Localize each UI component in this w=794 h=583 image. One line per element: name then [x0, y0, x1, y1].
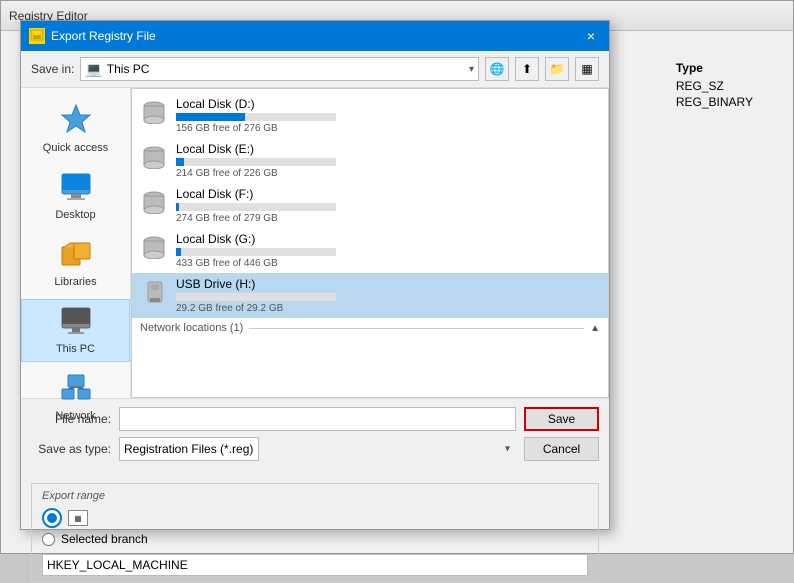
save-as-type-row: Save as type: Registration Files (*.reg)…	[31, 437, 599, 461]
disk-f-info: Local Disk (F:) 274 GB free of 279 GB	[176, 187, 600, 224]
disk-g-bar-bg	[176, 248, 336, 256]
sidebar-item-quick-access[interactable]: Quick access	[21, 96, 130, 161]
disk-d-free: 156 GB free of 276 GB	[176, 123, 600, 134]
disk-g-icon	[140, 235, 168, 266]
desktop-label: Desktop	[55, 209, 95, 221]
this-pc-label: This PC	[56, 343, 95, 355]
disk-f-icon	[140, 190, 168, 221]
main-area: Quick access Desktop	[21, 88, 609, 398]
disk-f-name: Local Disk (F:)	[176, 187, 600, 201]
export-range-section: Export range ▦ Selected branch	[31, 483, 599, 583]
branch-input[interactable]	[42, 554, 588, 576]
disk-e-bar-bg	[176, 158, 336, 166]
sidebar-item-this-pc[interactable]: This PC	[21, 299, 130, 362]
disk-h-info: USB Drive (H:) 29.2 GB free of 29.2 GB	[176, 277, 600, 314]
type-value-2: REG_BINARY	[676, 95, 753, 109]
libraries-icon	[60, 239, 92, 274]
save-button[interactable]: Save	[524, 407, 599, 431]
type-value-1: REG_SZ	[676, 79, 753, 93]
libraries-label: Libraries	[54, 276, 96, 288]
cancel-button[interactable]: Cancel	[524, 437, 599, 461]
disk-item-e[interactable]: Local Disk (E:) 214 GB free of 226 GB	[132, 138, 608, 183]
section-chevron-icon[interactable]: ▲	[590, 323, 600, 334]
back-button[interactable]: 🌐	[485, 57, 509, 81]
export-dialog: Export Registry File × Save in: 💻 This P…	[20, 20, 610, 530]
disk-item-d[interactable]: Local Disk (D:) 156 GB free of 276 GB	[132, 93, 608, 138]
disk-e-bar-fill	[176, 158, 184, 166]
type-column: Type REG_SZ REG_BINARY	[676, 61, 753, 111]
disk-d-info: Local Disk (D:) 156 GB free of 276 GB	[176, 97, 600, 134]
file-name-input[interactable]	[119, 407, 516, 431]
all-option[interactable]: ▦	[42, 508, 88, 528]
select-arrow-icon: ▾	[505, 444, 510, 455]
disk-e-info: Local Disk (E:) 214 GB free of 226 GB	[176, 142, 600, 179]
selected-branch-row: Selected branch	[42, 532, 588, 546]
new-folder-button[interactable]: 📁	[545, 57, 569, 81]
file-name-label: File name:	[31, 412, 111, 426]
disk-item-g[interactable]: Local Disk (G:) 433 GB free of 446 GB	[132, 228, 608, 273]
disk-h-name: USB Drive (H:)	[176, 277, 600, 291]
disk-d-bar-fill	[176, 113, 245, 121]
disk-e-free: 214 GB free of 226 GB	[176, 168, 600, 179]
disk-e-name: Local Disk (E:)	[176, 142, 600, 156]
up-button[interactable]: ⬆	[515, 57, 539, 81]
disk-f-free: 274 GB free of 279 GB	[176, 213, 600, 224]
close-button[interactable]: ×	[581, 26, 601, 46]
disk-h-icon	[140, 280, 168, 311]
save-in-label: Save in:	[31, 62, 74, 76]
type-column-header: Type	[676, 61, 753, 75]
selected-branch-label: Selected branch	[61, 532, 148, 546]
disk-d-icon	[140, 100, 168, 131]
disk-g-info: Local Disk (G:) 433 GB free of 446 GB	[176, 232, 600, 269]
save-as-type-wrapper: Registration Files (*.reg) ▾	[119, 437, 516, 461]
disk-d-name: Local Disk (D:)	[176, 97, 600, 111]
dialog-titlebar: Export Registry File ×	[21, 21, 609, 51]
network-icon	[60, 373, 92, 408]
dialog-title-text: Export Registry File	[51, 29, 156, 43]
desktop-icon	[60, 172, 92, 207]
disk-item-f[interactable]: Local Disk (F:) 274 GB free of 279 GB	[132, 183, 608, 228]
disk-e-icon	[140, 145, 168, 176]
save-as-type-select[interactable]: Registration Files (*.reg)	[119, 437, 259, 461]
disk-h-free: 29.2 GB free of 29.2 GB	[176, 303, 600, 314]
divider-line	[249, 328, 584, 329]
all-grid-icon: ▦	[68, 510, 88, 526]
dialog-icon	[29, 28, 45, 44]
network-divider: Network locations (1) ▲	[132, 318, 608, 338]
disk-f-bar-bg	[176, 203, 336, 211]
sidebar-item-desktop[interactable]: Desktop	[21, 165, 130, 228]
disk-g-free: 433 GB free of 446 GB	[176, 258, 600, 269]
all-radio-row: ▦	[42, 508, 588, 528]
file-list-scroll[interactable]: Local Disk (D:) 156 GB free of 276 GB	[132, 89, 608, 397]
save-in-value: This PC	[107, 62, 150, 76]
save-in-combo[interactable]: 💻 This PC ▾	[80, 57, 479, 81]
save-in-arrow: ▾	[469, 64, 474, 75]
disk-d-bar-bg	[176, 113, 336, 121]
file-list-area: Local Disk (D:) 156 GB free of 276 GB	[131, 88, 609, 398]
quick-access-label: Quick access	[43, 142, 108, 154]
disk-f-bar-fill	[176, 203, 179, 211]
dialog-title-left: Export Registry File	[29, 28, 156, 44]
view-button[interactable]: ▦	[575, 57, 599, 81]
pc-icon: 💻	[85, 61, 102, 78]
disk-item-h[interactable]: USB Drive (H:) 29.2 GB free of 29.2 GB	[132, 273, 608, 318]
network-section-label: Network locations (1)	[140, 322, 243, 334]
quick-access-icon	[60, 103, 92, 140]
all-radio-icon	[42, 508, 62, 528]
disk-g-bar-fill	[176, 248, 181, 256]
disk-g-name: Local Disk (G:)	[176, 232, 600, 246]
this-pc-icon	[60, 306, 92, 341]
export-range-title: Export range	[42, 490, 588, 502]
selected-branch-radio[interactable]	[42, 533, 55, 546]
toolbar-row: Save in: 💻 This PC ▾ 🌐 ⬆ 📁 ▦	[21, 51, 609, 88]
save-as-type-label: Save as type:	[31, 442, 111, 456]
disk-h-bar-bg	[176, 293, 336, 301]
sidebar-item-libraries[interactable]: Libraries	[21, 232, 130, 295]
sidebar: Quick access Desktop	[21, 88, 131, 398]
